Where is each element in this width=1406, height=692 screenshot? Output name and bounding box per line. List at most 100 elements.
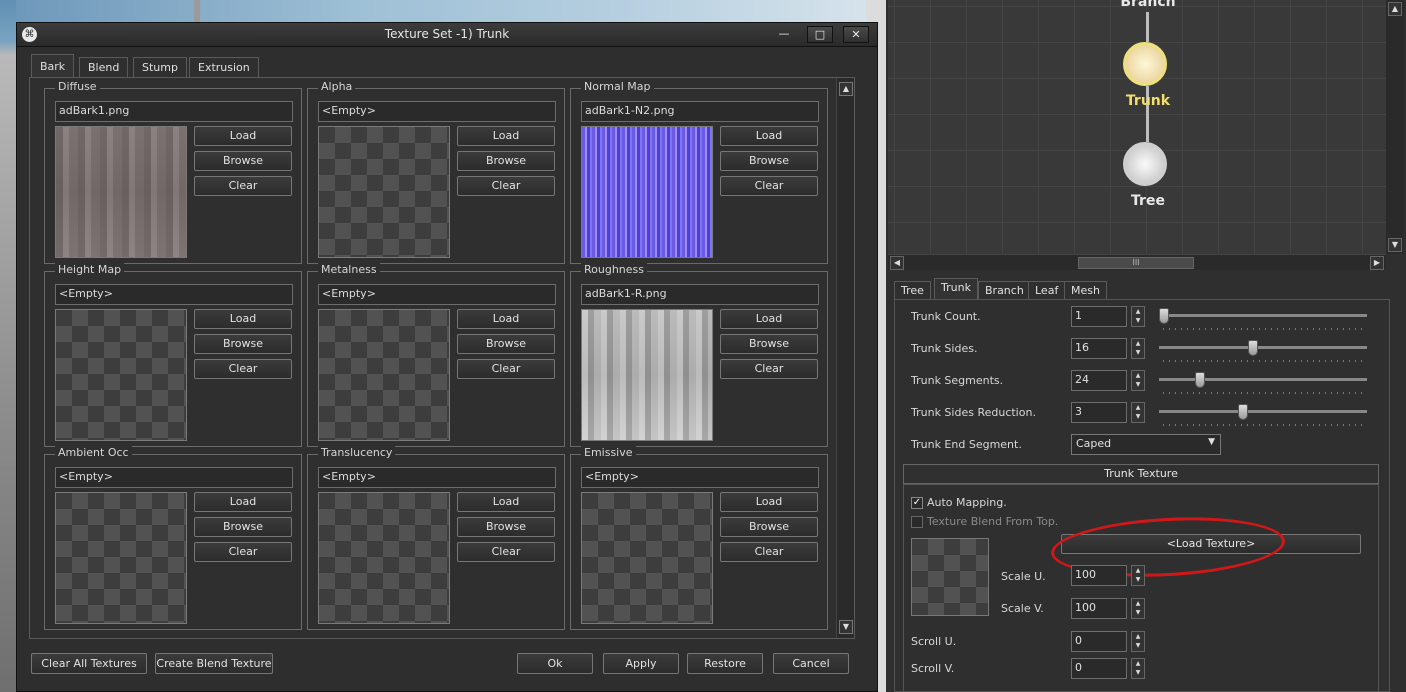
browse-button[interactable]: Browse [457,151,555,171]
tab-extrusion[interactable]: Extrusion [189,57,259,78]
load-button[interactable]: Load [720,309,818,329]
scroll-up-arrow-icon[interactable]: ▲ [1388,2,1402,16]
trunk-sides-reduction-spinner[interactable]: ▲ ▼ [1131,402,1145,423]
load-button[interactable]: Load [457,492,555,512]
trunk-end-segment-select[interactable]: Caped ▼ [1071,434,1221,455]
trunk-sides-reduction-input[interactable]: 3 [1071,402,1127,423]
load-button[interactable]: Load [194,309,292,329]
texture-set-dialog: ⌘ Texture Set -1) Trunk — □ ✕ Bark Blend… [16,22,878,692]
trunk-sides-reduction-slider-thumb[interactable] [1238,404,1249,420]
scroll-down-arrow-icon[interactable]: ▼ [1388,238,1402,252]
clear-button[interactable]: Clear [457,542,555,562]
cancel-button[interactable]: Cancel [773,653,849,674]
auto-mapping-checkbox[interactable]: ✓ [911,497,923,509]
clear-button[interactable]: Clear [457,359,555,379]
apply-button[interactable]: Apply [603,653,679,674]
clear-button[interactable]: Clear [720,542,818,562]
ok-button[interactable]: Ok [517,653,593,674]
texture-path-field[interactable]: adBark1-R.png [581,284,819,305]
tab-tree[interactable]: Tree [894,281,931,300]
browse-button[interactable]: Browse [457,517,555,537]
scroll-right-arrow-icon[interactable]: ▶ [1370,256,1384,270]
trunk-sides-reduction-slider[interactable] [1159,410,1367,413]
clear-button[interactable]: Clear [194,542,292,562]
clear-button[interactable]: Clear [720,176,818,196]
trunk-segments-slider-thumb[interactable] [1194,372,1205,388]
trunk-count-slider-thumb[interactable] [1159,308,1169,324]
texture-path-field[interactable]: adBark1.png [55,101,293,122]
graph-vertical-scrollbar[interactable]: ▲ ▼ [1386,0,1404,254]
browse-button[interactable]: Browse [720,151,818,171]
clear-button[interactable]: Clear [720,359,818,379]
load-button[interactable]: Load [194,126,292,146]
slot-title: Alpha [318,80,356,93]
maximize-button[interactable]: □ [807,26,833,43]
browse-button[interactable]: Browse [194,151,292,171]
tab-bark[interactable]: Bark [31,54,75,78]
browse-button[interactable]: Browse [720,517,818,537]
scroll-thumb[interactable]: III [1078,257,1194,269]
restore-button[interactable]: Restore [687,653,763,674]
scroll-v-input[interactable]: 0 [1071,658,1127,679]
trunk-sides-slider-thumb[interactable] [1248,340,1259,356]
load-button[interactable]: Load [720,126,818,146]
clear-button[interactable]: Clear [194,359,292,379]
tab-leaf[interactable]: Leaf [1028,281,1066,300]
properties-scrollbar[interactable] [1389,300,1390,692]
trunk-sides-spinner[interactable]: ▲ ▼ [1131,338,1145,359]
clear-button[interactable]: Clear [457,176,555,196]
texture-path-field[interactable]: <Empty> [581,467,819,488]
browse-button[interactable]: Browse [457,334,555,354]
tab-blend[interactable]: Blend [79,57,129,78]
trunk-segments-spinner[interactable]: ▲ ▼ [1131,370,1145,391]
browse-button[interactable]: Browse [720,334,818,354]
scroll-v-spinner[interactable]: ▲ ▼ [1131,658,1145,679]
slot-title: Diffuse [55,80,100,93]
content-scrollbar[interactable]: ▲ ▼ [836,78,854,638]
close-button[interactable]: ✕ [843,26,869,43]
trunk-segments-input[interactable]: 24 [1071,370,1127,391]
texture-path-field[interactable]: adBark1-N2.png [581,101,819,122]
scale-v-spinner[interactable]: ▲ ▼ [1131,598,1145,619]
minimize-button[interactable]: — [771,26,797,43]
texture-path-field[interactable]: <Empty> [318,101,556,122]
scale-u-spinner[interactable]: ▲ ▼ [1131,565,1145,586]
texture-path-field[interactable]: <Empty> [318,284,556,305]
tree-node-icon[interactable] [1123,142,1167,186]
scroll-u-spinner[interactable]: ▲ ▼ [1131,631,1145,652]
scale-u-input[interactable]: 100 [1071,565,1127,586]
texture-path-field[interactable]: <Empty> [55,284,293,305]
texture-path-field[interactable]: <Empty> [318,467,556,488]
clear-all-textures-button[interactable]: Clear All Textures [31,653,147,674]
trunk-segments-slider[interactable] [1159,378,1367,381]
blend-from-top-checkbox[interactable] [911,516,923,528]
trunk-count-spinner[interactable]: ▲ ▼ [1131,306,1145,327]
create-blend-texture-button[interactable]: Create Blend Texture [155,653,273,674]
scroll-up-arrow-icon[interactable]: ▲ [839,82,853,96]
tab-stump[interactable]: Stump [133,57,187,78]
load-button[interactable]: Load [457,126,555,146]
tab-mesh[interactable]: Mesh [1064,281,1107,300]
scroll-down-arrow-icon[interactable]: ▼ [839,620,853,634]
node-label-trunk: Trunk [1125,93,1171,109]
load-button[interactable]: Load [457,309,555,329]
load-button[interactable]: Load [720,492,818,512]
trunk-sides-input[interactable]: 16 [1071,338,1127,359]
graph-horizontal-scrollbar[interactable]: ◀ III ▶ [888,254,1386,270]
tab-trunk[interactable]: Trunk [934,278,978,300]
scroll-u-input[interactable]: 0 [1071,631,1127,652]
texture-path-field[interactable]: <Empty> [55,467,293,488]
clear-button[interactable]: Clear [194,176,292,196]
dialog-titlebar[interactable]: ⌘ Texture Set -1) Trunk — □ ✕ [17,23,877,47]
trunk-node-icon[interactable] [1123,42,1167,86]
browse-button[interactable]: Browse [194,517,292,537]
trunk-sides-slider[interactable] [1159,346,1367,349]
scroll-left-arrow-icon[interactable]: ◀ [890,256,904,270]
load-button[interactable]: Load [194,492,292,512]
node-graph[interactable]: Branch Trunk Tree [888,0,1386,254]
scale-v-input[interactable]: 100 [1071,598,1127,619]
tab-branch[interactable]: Branch [978,281,1031,300]
browse-button[interactable]: Browse [194,334,292,354]
trunk-count-input[interactable]: 1 [1071,306,1127,327]
trunk-count-slider[interactable] [1159,314,1367,317]
